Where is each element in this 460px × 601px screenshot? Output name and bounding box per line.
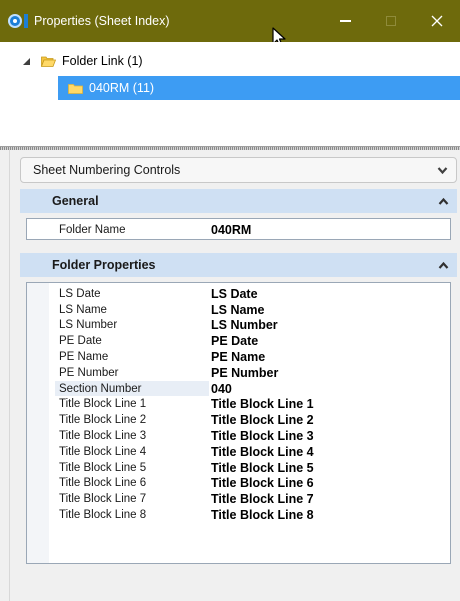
property-name: Title Block Line 6	[59, 477, 147, 490]
property-row[interactable]: PE Date PE Date	[27, 333, 450, 349]
general-group-header[interactable]: General	[20, 189, 457, 213]
property-row[interactable]: Title Block Line 6 Title Block Line 6	[27, 476, 450, 492]
folder-open-icon	[41, 56, 56, 67]
property-name: Title Block Line 8	[59, 509, 147, 522]
expand-triangle-icon[interactable]	[22, 57, 31, 66]
property-value[interactable]: Title Block Line 2	[211, 413, 314, 427]
property-row[interactable]: LS Number LS Number	[27, 318, 450, 334]
property-name: Title Block Line 7	[59, 493, 147, 506]
chevron-up-icon[interactable]	[438, 196, 449, 207]
property-row[interactable]: PE Name PE Name	[27, 349, 450, 365]
property-name: Title Block Line 3	[59, 430, 147, 443]
property-value[interactable]: Title Block Line 4	[211, 445, 314, 459]
property-value[interactable]: Title Block Line 6	[211, 476, 314, 490]
property-value[interactable]: 040	[211, 382, 232, 396]
close-icon	[431, 15, 443, 27]
folder-property-grid: LS Date LS Date LS Name LS Name LS Numbe…	[26, 282, 451, 564]
property-value[interactable]: LS Number	[211, 318, 278, 332]
property-value[interactable]: Title Block Line 8	[211, 508, 314, 522]
folder-tree[interactable]: Folder Link (1) 040RM (11)	[0, 42, 460, 146]
property-name: LS Name	[59, 303, 107, 316]
general-property-grid: Folder Name 040RM	[26, 218, 451, 240]
property-name: Title Block Line 5	[59, 461, 147, 474]
property-value[interactable]: Title Block Line 3	[211, 429, 314, 443]
property-name: Title Block Line 1	[59, 398, 147, 411]
folder-icon	[68, 83, 83, 94]
property-name: LS Date	[59, 287, 101, 300]
property-row[interactable]: Title Block Line 5 Title Block Line 5	[27, 460, 450, 476]
property-name: LS Number	[59, 319, 118, 332]
property-row[interactable]: Folder Name 040RM	[27, 221, 450, 239]
property-value[interactable]: LS Name	[211, 303, 265, 317]
property-row[interactable]: Title Block Line 2 Title Block Line 2	[27, 412, 450, 428]
property-row[interactable]: LS Name LS Name	[27, 302, 450, 318]
chevron-down-icon[interactable]	[437, 165, 448, 176]
maximize-button[interactable]	[368, 0, 414, 42]
property-value[interactable]: Title Block Line 5	[211, 461, 314, 475]
property-name: Section Number	[59, 382, 142, 395]
property-value[interactable]: LS Date	[211, 287, 258, 301]
property-row-selected[interactable]: Section Number 040	[27, 381, 450, 397]
property-row[interactable]: Title Block Line 1 Title Block Line 1	[27, 397, 450, 413]
maximize-icon	[386, 16, 396, 26]
property-name: PE Date	[59, 335, 102, 348]
property-row[interactable]: LS Date LS Date	[27, 286, 450, 302]
property-row[interactable]: Title Block Line 3 Title Block Line 3	[27, 428, 450, 444]
section-label: Sheet Numbering Controls	[33, 163, 181, 177]
property-name: Folder Name	[59, 224, 126, 236]
folder-properties-group-header[interactable]: Folder Properties	[20, 253, 457, 277]
minimize-button[interactable]	[322, 0, 368, 42]
property-value[interactable]: PE Number	[211, 366, 278, 380]
chevron-up-icon[interactable]	[438, 260, 449, 271]
group-label: General	[52, 194, 99, 208]
property-value[interactable]: Title Block Line 1	[211, 397, 314, 411]
panel-left-border	[0, 150, 10, 601]
close-button[interactable]	[414, 0, 460, 42]
tree-node-label: Folder Link (1)	[62, 54, 143, 68]
app-icon-bar	[24, 14, 28, 28]
property-name: Title Block Line 4	[59, 445, 147, 458]
tree-node-label: 040RM (11)	[89, 81, 155, 95]
property-value[interactable]: PE Date	[211, 334, 258, 348]
property-name: PE Number	[59, 366, 119, 379]
property-value[interactable]: Title Block Line 7	[211, 492, 314, 506]
tree-node-040rm[interactable]: 040RM (11)	[58, 76, 460, 100]
tree-node-folder-link[interactable]: Folder Link (1)	[22, 50, 143, 72]
property-row[interactable]: PE Number PE Number	[27, 365, 450, 381]
property-row[interactable]: Title Block Line 7 Title Block Line 7	[27, 491, 450, 507]
group-label: Folder Properties	[52, 258, 156, 272]
property-value[interactable]: 040RM	[211, 223, 251, 237]
property-name: PE Name	[59, 351, 109, 364]
property-row[interactable]: Title Block Line 8 Title Block Line 8	[27, 507, 450, 523]
sheet-numbering-controls-header[interactable]: Sheet Numbering Controls	[20, 157, 457, 183]
minimize-icon	[339, 20, 351, 22]
app-icon	[8, 14, 22, 28]
property-value[interactable]: PE Name	[211, 350, 265, 364]
title-bar[interactable]: Properties (Sheet Index)	[0, 0, 460, 42]
window-title: Properties (Sheet Index)	[34, 14, 170, 28]
property-row[interactable]: Title Block Line 4 Title Block Line 4	[27, 444, 450, 460]
property-name: Title Block Line 2	[59, 414, 147, 427]
